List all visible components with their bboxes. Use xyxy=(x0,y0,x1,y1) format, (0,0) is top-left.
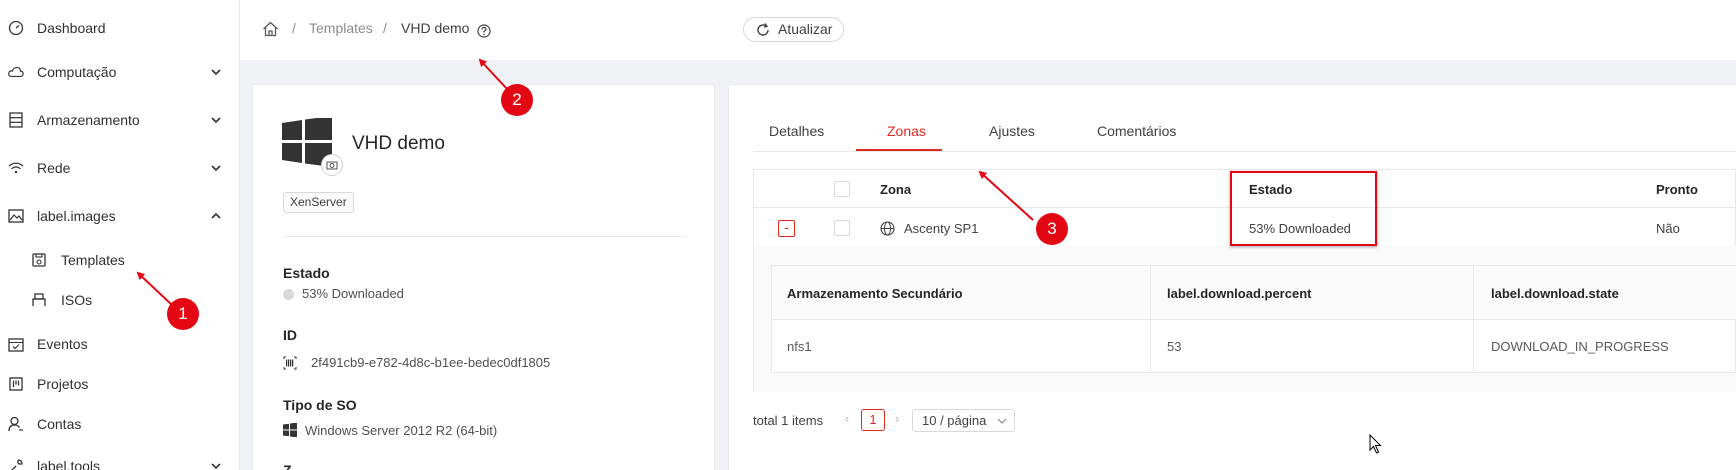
breadcrumb-separator: / xyxy=(292,20,296,36)
column-header-storage: Armazenamento Secundário xyxy=(787,286,963,301)
sidebar-item-label: label.images xyxy=(37,208,116,224)
column-divider xyxy=(1150,266,1151,372)
column-header-pronto: Pronto xyxy=(1656,182,1698,197)
question-circle-icon[interactable] xyxy=(477,24,491,38)
breadcrumb-current: VHD demo xyxy=(401,20,470,36)
sidebar-item-label: Templates xyxy=(61,252,125,268)
sidebar-item-isos[interactable]: ISOs xyxy=(0,282,239,318)
select-all-checkbox[interactable] xyxy=(834,181,850,197)
sidebar-item-contas[interactable]: Contas xyxy=(0,406,239,442)
usb-icon xyxy=(31,292,47,308)
calendar-check-icon xyxy=(8,336,24,352)
tab-comentarios[interactable]: Comentários xyxy=(1097,123,1176,139)
highlight-box xyxy=(1230,171,1377,246)
column-header-zona: Zona xyxy=(880,182,912,197)
page-size-value: 10 / página xyxy=(922,413,987,428)
sidebar-item-label: Armazenamento xyxy=(37,112,140,128)
windows-icon xyxy=(283,423,297,437)
refresh-label: Atualizar xyxy=(778,21,833,37)
os-type-label: Tipo de SO xyxy=(283,397,357,413)
breadcrumb-templates[interactable]: Templates xyxy=(309,20,373,36)
sidebar-item-templates[interactable]: Templates xyxy=(0,242,239,278)
sidebar-item-armazenamento[interactable]: Armazenamento xyxy=(0,102,239,138)
tab-zonas[interactable]: Zonas xyxy=(887,123,926,139)
breadcrumb-separator: / xyxy=(383,20,387,36)
template-name: VHD demo xyxy=(352,133,445,154)
table-divider xyxy=(772,319,1736,320)
column-divider xyxy=(1473,266,1474,372)
zone-link[interactable]: Ascenty SP1 xyxy=(904,221,978,236)
tab-detalhes[interactable]: Detalhes xyxy=(769,123,824,139)
sidebar-item-dashboard[interactable]: Dashboard xyxy=(0,10,239,46)
project-icon xyxy=(8,376,24,392)
user-icon xyxy=(8,416,24,432)
sidebar-item-computacao[interactable]: Computação xyxy=(0,54,239,90)
sidebar: Dashboard Computação Armazenamento Rede … xyxy=(0,0,240,470)
chevron-up-icon[interactable] xyxy=(210,210,222,222)
page-size-select[interactable]: 10 / página xyxy=(912,409,1015,432)
annotation-marker-1: 1 xyxy=(167,298,199,330)
storage-name: nfs1 xyxy=(787,339,812,354)
camera-icon xyxy=(326,161,338,170)
sidebar-item-label: Eventos xyxy=(37,336,88,352)
state-value: 53% Downloaded xyxy=(302,286,404,301)
sidebar-item-label: label.tools xyxy=(37,458,101,470)
chevron-down-icon[interactable] xyxy=(210,162,222,174)
chevron-down-icon[interactable] xyxy=(210,114,222,126)
next-page-icon[interactable]: › xyxy=(895,411,899,426)
home-icon[interactable] xyxy=(262,21,279,37)
annotation-marker-3: 3 xyxy=(1036,213,1068,245)
download-percent: 53 xyxy=(1167,339,1182,354)
os-type-value: Windows Server 2012 R2 (64-bit) xyxy=(305,423,498,438)
sidebar-item-label: Dashboard xyxy=(37,20,106,36)
sidebar-item-images[interactable]: label.images xyxy=(0,198,239,234)
sidebar-item-label: ISOs xyxy=(61,292,93,308)
sidebar-item-projetos[interactable]: Projetos xyxy=(0,366,239,402)
sidebar-item-rede[interactable]: Rede xyxy=(0,150,239,186)
sidebar-item-label: Rede xyxy=(37,160,71,176)
row-checkbox[interactable] xyxy=(834,220,850,236)
database-icon xyxy=(8,112,24,128)
tab-ajustes[interactable]: Ajustes xyxy=(989,123,1035,139)
column-header-state: label.download.state xyxy=(1491,286,1619,301)
refresh-button[interactable]: Atualizar xyxy=(743,17,844,42)
prev-page-icon[interactable]: ‹ xyxy=(845,411,849,426)
zone-ready: Não xyxy=(1656,221,1680,236)
tabs-divider xyxy=(753,151,1736,152)
expand-row-button[interactable]: - xyxy=(778,220,795,237)
top-bar: / Templates / VHD demo Atualizar xyxy=(240,0,1736,60)
chevron-down-icon[interactable] xyxy=(210,66,222,78)
barcode-icon xyxy=(283,356,297,370)
sidebar-item-label: Contas xyxy=(37,416,82,432)
picture-icon xyxy=(8,208,24,224)
globe-icon xyxy=(880,221,895,236)
chevron-down-icon xyxy=(997,418,1007,424)
status-dot xyxy=(283,289,294,300)
reload-icon xyxy=(757,23,769,36)
id-label: ID xyxy=(283,327,297,343)
next-field-label: Z xyxy=(283,462,292,470)
sidebar-item-tools[interactable]: label.tools xyxy=(0,448,239,470)
column-header-percent: label.download.percent xyxy=(1167,286,1312,301)
sidebar-item-eventos[interactable]: Eventos xyxy=(0,326,239,362)
tool-icon xyxy=(8,458,24,470)
dashboard-icon xyxy=(8,20,24,36)
pagination-total: total 1 items xyxy=(753,413,824,428)
hypervisor-tag: XenServer xyxy=(283,192,354,213)
sidebar-item-label: Projetos xyxy=(37,376,89,392)
mouse-cursor-icon xyxy=(1369,434,1382,454)
annotation-marker-2: 2 xyxy=(501,84,533,116)
save-icon xyxy=(31,252,47,268)
divider xyxy=(283,236,686,237)
state-label: Estado xyxy=(283,265,330,281)
cloud-icon xyxy=(8,64,24,80)
change-image-button[interactable] xyxy=(321,154,343,176)
chevron-down-icon[interactable] xyxy=(210,460,222,470)
download-state: DOWNLOAD_IN_PROGRESS xyxy=(1491,339,1669,354)
id-value: 2f491cb9-e782-4d8c-b1ee-bedec0df1805 xyxy=(311,355,551,370)
wifi-icon xyxy=(8,160,24,176)
sidebar-item-label: Computação xyxy=(37,64,117,80)
page-button-current[interactable]: 1 xyxy=(861,409,885,431)
